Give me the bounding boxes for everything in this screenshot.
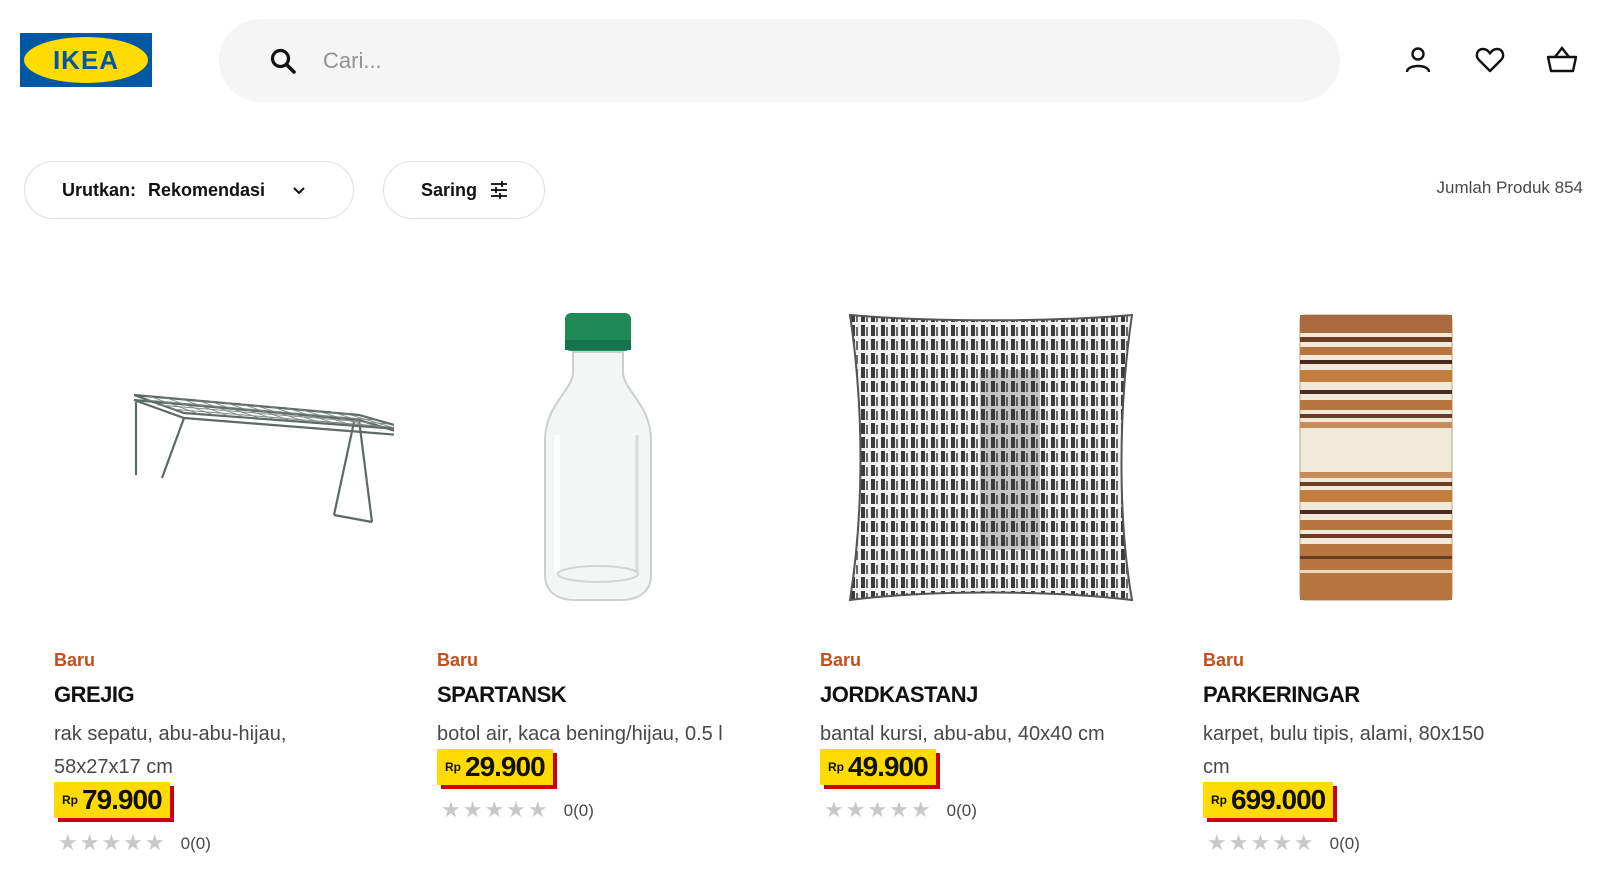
- rating-count: 0(0): [180, 833, 211, 853]
- rating-stars-icon: ★★★★★: [824, 798, 933, 823]
- currency-label: Rp: [1211, 793, 1227, 807]
- product-name[interactable]: PARKERINGAR: [1203, 682, 1360, 708]
- currency-label: Rp: [828, 760, 844, 774]
- rating-count: 0(0): [1329, 833, 1360, 853]
- chevron-down-icon: [293, 187, 305, 195]
- sort-label: Urutkan:: [62, 179, 137, 200]
- rating[interactable]: ★★★★★ 0(0): [1207, 831, 1360, 856]
- sort-value: Rekomendasi: [148, 179, 266, 200]
- shoe-rack-image[interactable]: [54, 310, 394, 620]
- filter-sliders-icon: [491, 181, 508, 199]
- basket-icon[interactable]: [1546, 44, 1578, 76]
- filter-button[interactable]: Saring: [383, 161, 545, 219]
- user-icon[interactable]: [1402, 44, 1434, 76]
- product-name[interactable]: JORDKASTANJ: [820, 682, 978, 708]
- rating-count: 0(0): [946, 800, 977, 820]
- price-amount: 79.900: [82, 784, 163, 815]
- search-bar[interactable]: [219, 19, 1340, 102]
- ikea-logo[interactable]: IKEA: [20, 33, 152, 87]
- rating[interactable]: ★★★★★ 0(0): [441, 798, 594, 823]
- heart-icon[interactable]: [1474, 44, 1506, 76]
- cushion-image[interactable]: [820, 310, 1160, 620]
- filter-label: Saring: [421, 179, 478, 200]
- rug-image[interactable]: [1203, 310, 1543, 620]
- new-badge: Baru: [820, 650, 862, 670]
- sort-button[interactable]: Urutkan: Rekomendasi: [24, 161, 354, 219]
- search-input[interactable]: [321, 46, 1225, 75]
- product-name[interactable]: GREJIG: [54, 682, 135, 708]
- rating-stars-icon: ★★★★★: [58, 831, 167, 856]
- rating-stars-icon: ★★★★★: [441, 798, 550, 823]
- price-tag: Rp 29.900: [437, 749, 553, 785]
- currency-label: Rp: [62, 793, 78, 807]
- product-description: rak sepatu, abu-abu-hijau, 58x27x17 cm: [54, 723, 287, 778]
- search-icon[interactable]: [269, 47, 297, 75]
- price-amount: 29.900: [465, 751, 546, 782]
- currency-label: Rp: [445, 760, 461, 774]
- rating[interactable]: ★★★★★ 0(0): [58, 831, 211, 856]
- rating[interactable]: ★★★★★ 0(0): [824, 798, 977, 823]
- water-bottle-image[interactable]: [437, 310, 777, 620]
- price-tag: Rp 699.000: [1203, 782, 1334, 818]
- rating-stars-icon: ★★★★★: [1207, 831, 1316, 856]
- product-description: botol air, kaca bening/hijau, 0.5 l: [437, 723, 723, 745]
- product-description: karpet, bulu tipis, alami, 80x150 cm: [1203, 723, 1485, 778]
- rating-count: 0(0): [563, 800, 594, 820]
- price-tag: Rp 49.900: [820, 749, 936, 785]
- product-name[interactable]: SPARTANSK: [437, 682, 567, 708]
- new-badge: Baru: [54, 650, 96, 670]
- price-tag: Rp 79.900: [54, 782, 170, 818]
- price-amount: 49.900: [848, 751, 929, 782]
- new-badge: Baru: [437, 650, 479, 670]
- product-count: Jumlah Produk 854: [1436, 178, 1583, 197]
- logo-text: IKEA: [53, 45, 119, 75]
- product-description: bantal kursi, abu-abu, 40x40 cm: [820, 723, 1105, 745]
- price-amount: 699.000: [1231, 784, 1326, 815]
- new-badge: Baru: [1203, 650, 1245, 670]
